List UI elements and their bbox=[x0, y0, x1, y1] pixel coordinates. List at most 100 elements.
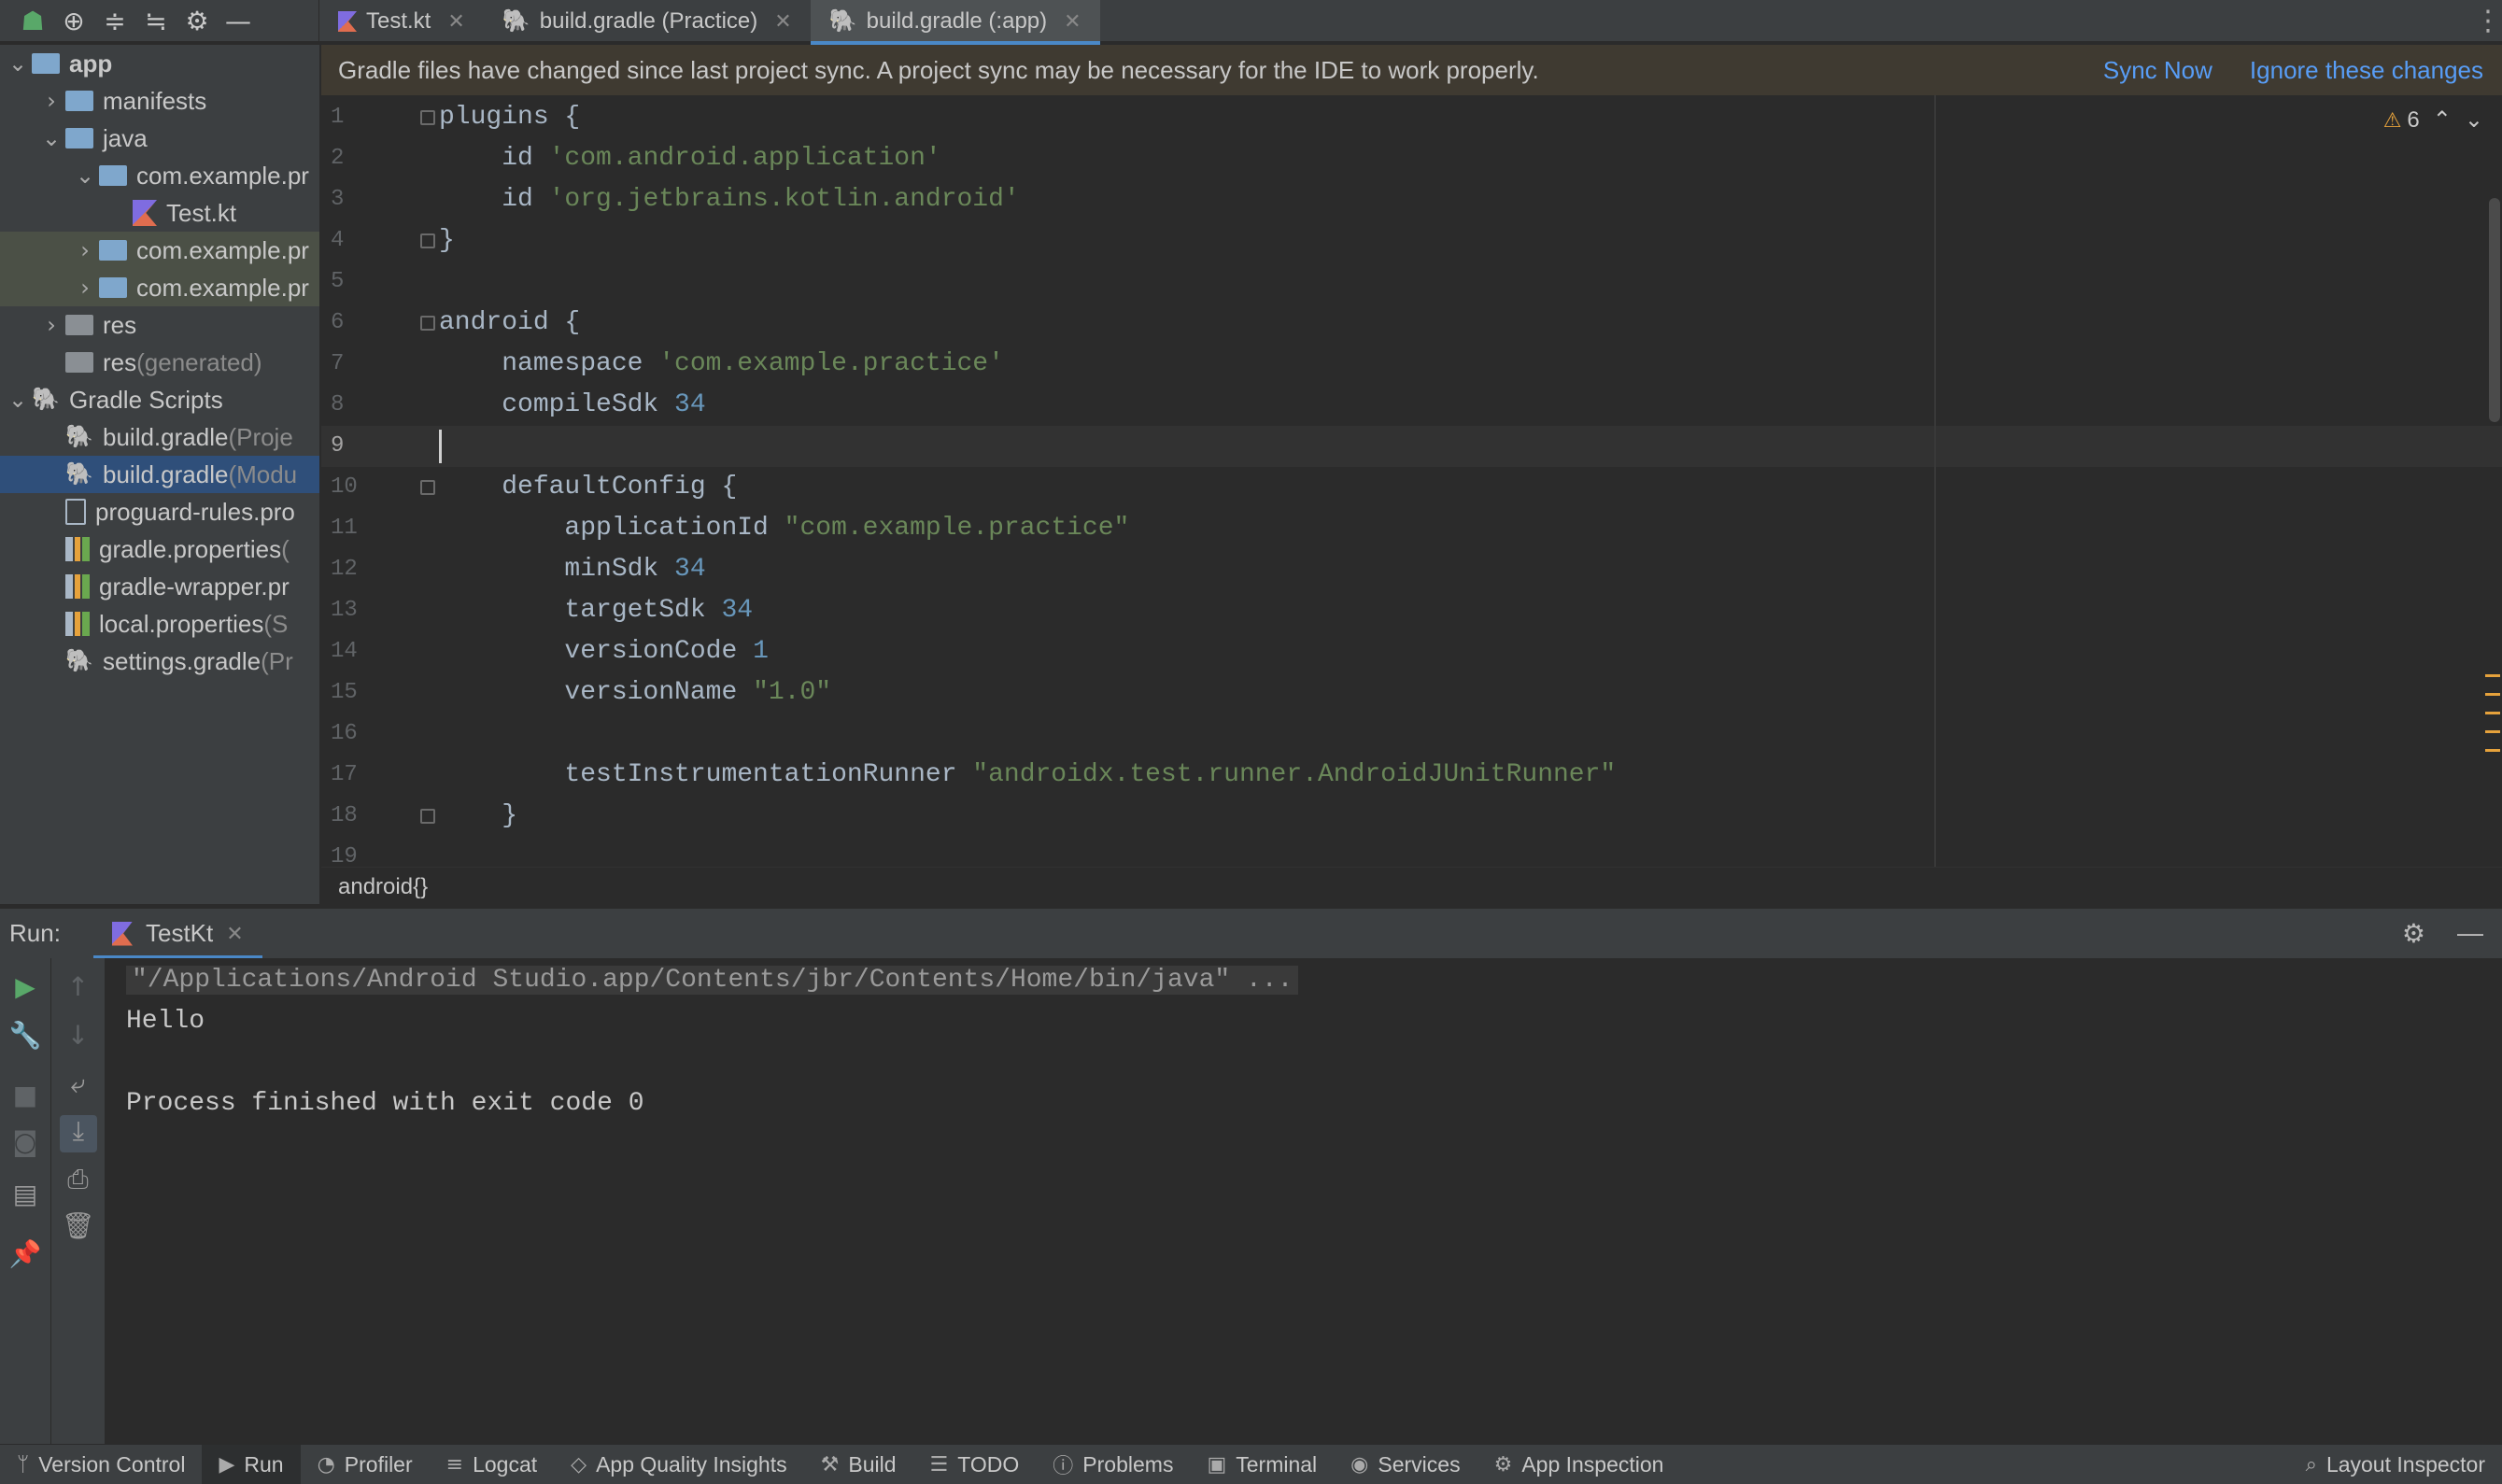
breadcrumb[interactable]: android{} bbox=[321, 867, 2502, 906]
trash-icon[interactable]: 🗑 bbox=[51, 1210, 105, 1241]
code-line[interactable]: versionCode 1 bbox=[439, 631, 768, 672]
tree-item[interactable]: › com.example.pr bbox=[0, 232, 319, 269]
arrow-up-icon[interactable]: ↑ bbox=[51, 971, 105, 1002]
warning-marker[interactable] bbox=[2485, 749, 2500, 752]
tree-item[interactable]: gradle.properties ( bbox=[0, 530, 319, 568]
pin-icon[interactable]: 📌 bbox=[0, 1238, 50, 1269]
soft-wrap-icon[interactable]: ⤶ bbox=[51, 1068, 105, 1100]
toolwindow-button-build[interactable]: ⚒ Build bbox=[804, 1445, 913, 1484]
chevron-right-icon[interactable]: › bbox=[37, 312, 65, 338]
close-icon[interactable]: ✕ bbox=[226, 922, 243, 946]
close-icon[interactable]: ✕ bbox=[447, 9, 464, 34]
print-icon[interactable]: ⎙ bbox=[51, 1164, 105, 1195]
tree-item[interactable]: res (generated) bbox=[0, 344, 319, 381]
tree-item[interactable]: 🐘 build.gradle (Modu bbox=[0, 456, 319, 493]
code-line[interactable]: id 'org.jetbrains.kotlin.android' bbox=[439, 179, 1020, 220]
code-line[interactable]: targetSdk 34 bbox=[439, 590, 753, 631]
tree-item[interactable]: › com.example.pr bbox=[0, 269, 319, 306]
chevron-down-icon[interactable]: ⌄ bbox=[2465, 106, 2483, 134]
tree-item[interactable]: ⌄ app bbox=[0, 45, 319, 82]
toolwindow-button-run[interactable]: ▶ Run bbox=[202, 1444, 301, 1484]
tab-build-gradle-app[interactable]: 🐘 build.gradle (:app) ✕ bbox=[810, 0, 1100, 45]
warning-marker[interactable] bbox=[2485, 730, 2500, 733]
scrollbar[interactable] bbox=[2489, 198, 2500, 422]
run-console[interactable]: "/Applications/Android Studio.app/Conten… bbox=[106, 958, 2502, 1444]
tree-item[interactable]: ⌄ 🐘 Gradle Scripts bbox=[0, 381, 319, 418]
toolwindow-button-todo[interactable]: ☰ TODO bbox=[913, 1445, 1037, 1484]
close-icon[interactable]: ✕ bbox=[774, 9, 791, 34]
chevron-down-icon[interactable]: ⌄ bbox=[4, 50, 32, 77]
tab-build-gradle-practice[interactable]: 🐘 build.gradle (Practice) ✕ bbox=[484, 0, 811, 43]
chevron-right-icon[interactable]: › bbox=[71, 237, 99, 263]
fold-marker-icon[interactable] bbox=[420, 233, 435, 248]
tree-item[interactable]: › manifests bbox=[0, 82, 319, 120]
code-editor[interactable]: ⚠ 6 ⌃ ⌄ 1 plugins {2 id 'com.android.appl… bbox=[321, 95, 2502, 867]
toolwindow-button-app-inspection[interactable]: ⚙ App Inspection bbox=[1477, 1445, 1681, 1484]
inspection-widget[interactable]: ⚠ 6 ⌃ ⌄ bbox=[2383, 106, 2483, 134]
camera-icon[interactable]: ◙ bbox=[0, 1126, 50, 1157]
toolwindow-button-app-quality-insights[interactable]: ◇ App Quality Insights bbox=[554, 1445, 803, 1484]
minimize-icon[interactable]: — bbox=[2457, 918, 2483, 949]
tree-item[interactable]: 🐘 settings.gradle (Pr bbox=[0, 643, 319, 680]
tree-item[interactable]: 🐘 build.gradle (Proje bbox=[0, 418, 319, 456]
fold-marker-icon[interactable] bbox=[420, 809, 435, 824]
toolwindow-button-version-control[interactable]: ᛘ Version Control bbox=[0, 1445, 202, 1484]
code-line[interactable]: defaultConfig { bbox=[439, 467, 737, 508]
tree-item[interactable]: Test.kt bbox=[0, 194, 319, 232]
fold-marker-icon[interactable] bbox=[420, 110, 435, 125]
rerun-icon[interactable]: ▶ bbox=[0, 971, 50, 1002]
tab-test-kt[interactable]: Test.kt ✕ bbox=[319, 0, 484, 43]
code-line[interactable]: minSdk 34 bbox=[439, 549, 705, 590]
code-line[interactable]: plugins { bbox=[439, 97, 580, 138]
scroll-to-end-icon[interactable]: ⤓ bbox=[60, 1115, 97, 1152]
close-icon[interactable]: ✕ bbox=[1064, 9, 1081, 34]
toolwindow-button-logcat[interactable]: ≡ Logcat bbox=[430, 1445, 555, 1484]
tree-item[interactable]: ⌄ java bbox=[0, 120, 319, 157]
tree-item[interactable]: gradle-wrapper.pr bbox=[0, 568, 319, 605]
warning-marker[interactable] bbox=[2485, 712, 2500, 714]
collapse-all-icon[interactable]: ≒ bbox=[140, 5, 172, 36]
gear-icon[interactable]: ⚙ bbox=[2402, 918, 2425, 949]
target-icon[interactable]: ⊕ bbox=[58, 5, 90, 36]
run-tab[interactable]: TestKt ✕ bbox=[93, 909, 262, 959]
breadcrumb-item[interactable]: android{} bbox=[338, 874, 428, 900]
chevron-right-icon[interactable]: › bbox=[71, 275, 99, 301]
arrow-down-icon[interactable]: ↓ bbox=[51, 1020, 105, 1051]
expand-all-icon[interactable]: ≑ bbox=[99, 5, 131, 36]
tree-item[interactable]: local.properties (S bbox=[0, 605, 319, 643]
toolwindow-button-services[interactable]: ◉ Services bbox=[1334, 1445, 1477, 1484]
more-options-icon[interactable]: ⋮ bbox=[2474, 0, 2502, 41]
code-line[interactable]: id 'com.android.application' bbox=[439, 138, 941, 179]
code-line[interactable]: } bbox=[439, 796, 517, 837]
sync-now-link[interactable]: Sync Now bbox=[2103, 56, 2212, 85]
toolwindow-button-terminal[interactable]: ▣ Terminal bbox=[1190, 1445, 1334, 1484]
toolwindow-button-layout-inspector[interactable]: ⌕ Layout Inspector bbox=[2289, 1445, 2502, 1484]
code-line[interactable]: android { bbox=[439, 303, 580, 344]
warning-marker[interactable] bbox=[2485, 674, 2500, 677]
wrench-icon[interactable]: 🔧 bbox=[0, 1020, 50, 1051]
code-line[interactable]: applicationId "com.example.practice" bbox=[439, 508, 1129, 549]
chevron-down-icon[interactable]: ⌄ bbox=[71, 163, 99, 189]
tree-item[interactable]: proguard-rules.pro bbox=[0, 493, 319, 530]
fold-marker-icon[interactable] bbox=[420, 316, 435, 331]
code-line[interactable]: } bbox=[439, 220, 455, 261]
fold-marker-icon[interactable] bbox=[420, 480, 435, 495]
layout-icon[interactable]: ▤ bbox=[0, 1179, 50, 1209]
ignore-changes-link[interactable]: Ignore these changes bbox=[2250, 56, 2483, 85]
minimize-icon[interactable]: — bbox=[222, 5, 254, 36]
code-line[interactable]: testInstrumentationRunner "androidx.test… bbox=[439, 755, 1616, 796]
toolwindow-button-problems[interactable]: ⓘ Problems bbox=[1036, 1445, 1190, 1484]
code-line[interactable]: namespace 'com.example.practice' bbox=[439, 344, 1004, 385]
gear-icon[interactable]: ⚙ bbox=[181, 5, 213, 36]
stop-icon[interactable]: ■ bbox=[0, 1080, 50, 1110]
warning-marker[interactable] bbox=[2485, 693, 2500, 696]
chevron-right-icon[interactable]: › bbox=[37, 88, 65, 114]
code-line[interactable]: compileSdk 34 bbox=[439, 385, 705, 426]
android-icon[interactable]: ☗ bbox=[17, 5, 49, 36]
chevron-down-icon[interactable]: ⌄ bbox=[4, 387, 32, 413]
code-line[interactable]: versionName "1.0" bbox=[439, 672, 831, 714]
toolwindow-button-profiler[interactable]: ◔ Profiler bbox=[301, 1445, 430, 1484]
chevron-up-icon[interactable]: ⌃ bbox=[2433, 106, 2452, 134]
tree-item[interactable]: › res bbox=[0, 306, 319, 344]
chevron-down-icon[interactable]: ⌄ bbox=[37, 125, 65, 151]
